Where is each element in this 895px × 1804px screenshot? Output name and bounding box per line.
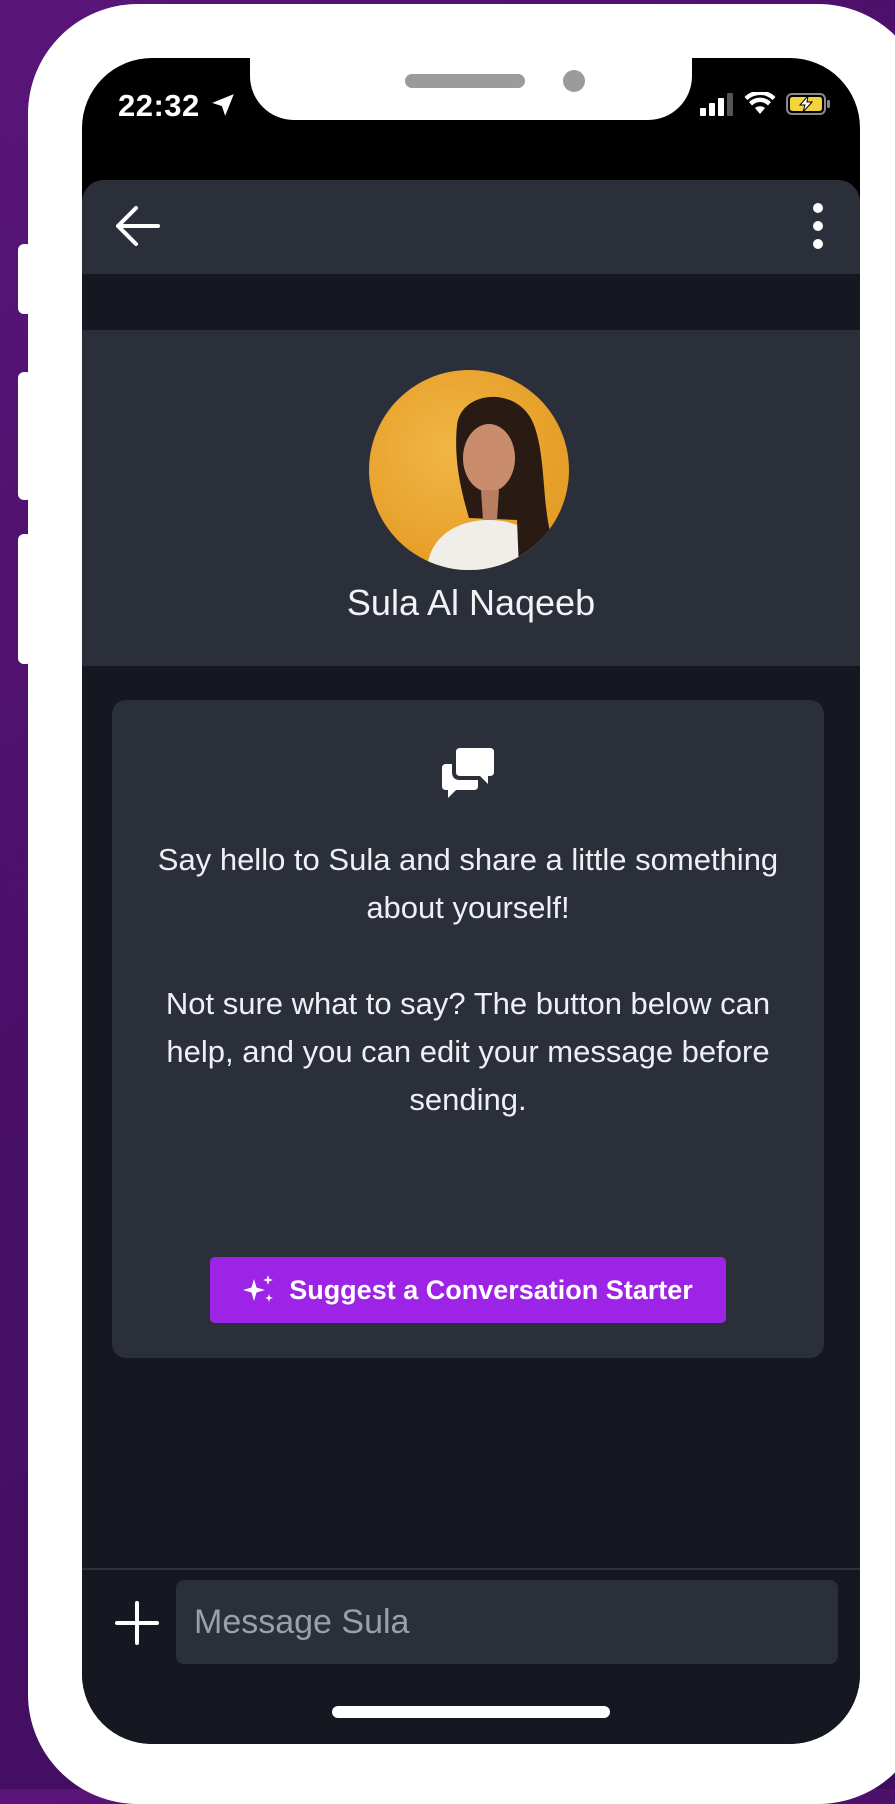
- front-camera: [563, 70, 585, 92]
- message-input[interactable]: [176, 1580, 838, 1664]
- more-options-button[interactable]: [806, 200, 830, 252]
- conversation-intro-card: Say hello to Sula and share a little som…: [112, 700, 824, 1358]
- speaker-grille: [405, 74, 525, 88]
- chat-bubbles-icon: [442, 748, 496, 802]
- status-time: 22:32: [118, 88, 200, 123]
- app-header: [82, 180, 860, 274]
- profile-name: Sula Al Naqeeb: [346, 582, 596, 623]
- location-arrow-icon: [210, 92, 236, 122]
- back-button[interactable]: [114, 204, 162, 248]
- composer-divider: [82, 1568, 860, 1570]
- suggest-conversation-starter-button[interactable]: Suggest a Conversation Starter: [210, 1257, 726, 1323]
- back-arrow-icon: [116, 206, 160, 246]
- profile-header: Sula Al Naqeeb: [82, 330, 860, 666]
- phone-notch: [250, 58, 692, 120]
- help-message: Not sure what to say? The button below c…: [165, 986, 771, 1117]
- home-indicator[interactable]: [332, 1706, 610, 1718]
- status-indicators: [700, 90, 832, 120]
- suggest-button-label: Suggest a Conversation Starter: [289, 1274, 693, 1305]
- avatar[interactable]: [369, 370, 569, 570]
- sparkle-icon: [243, 1275, 274, 1302]
- battery-charging-icon: [786, 92, 832, 120]
- plus-icon: [115, 1601, 159, 1645]
- wifi-icon: [744, 90, 776, 120]
- add-attachment-button[interactable]: [114, 1600, 160, 1646]
- more-vertical-icon: [813, 203, 823, 249]
- chat-screen: Sula Al Naqeeb Say hello to Sula and sha…: [82, 180, 860, 1744]
- intro-message: Say hello to Sula and share a little som…: [157, 842, 779, 925]
- phone-screen: 22:32 Sula Al Naqeeb Say hello to Sula a…: [82, 58, 860, 1744]
- cellular-signal-icon: [700, 92, 734, 120]
